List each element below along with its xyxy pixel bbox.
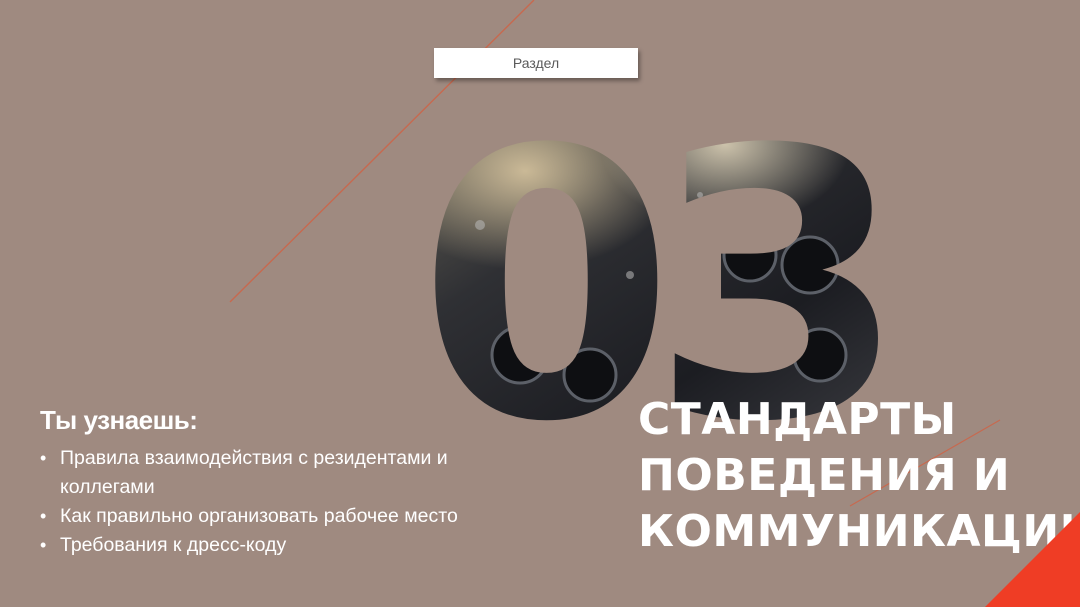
learn-item-dress-code: Требования к дресс-коду — [40, 531, 540, 560]
slide: Раздел 03 Ты узнаешь: • Правила взаимоде… — [0, 0, 1080, 607]
corner-accent — [985, 512, 1080, 607]
section-number-text: 03 — [418, 105, 883, 435]
learn-item-interaction: Правила взаимодействия с резидентами и к… — [40, 444, 540, 502]
section-badge-label: Раздел — [512, 55, 560, 71]
learn-list: Правила взаимодействия с резидентами и к… — [40, 444, 600, 560]
section-badge: Раздел — [434, 48, 638, 78]
learn-item-workplace: Как правильно организовать рабочее место — [40, 502, 540, 531]
heading-line-1: СТАНДАРТЫ — [638, 394, 957, 445]
section-number: 03 — [418, 105, 900, 435]
learn-block: Ты узнаешь: Правила взаимодействия с рез… — [40, 405, 600, 560]
heading-line-2: ПОВЕДЕНИЯ И — [638, 450, 1011, 501]
learn-title: Ты узнаешь: — [40, 405, 198, 435]
